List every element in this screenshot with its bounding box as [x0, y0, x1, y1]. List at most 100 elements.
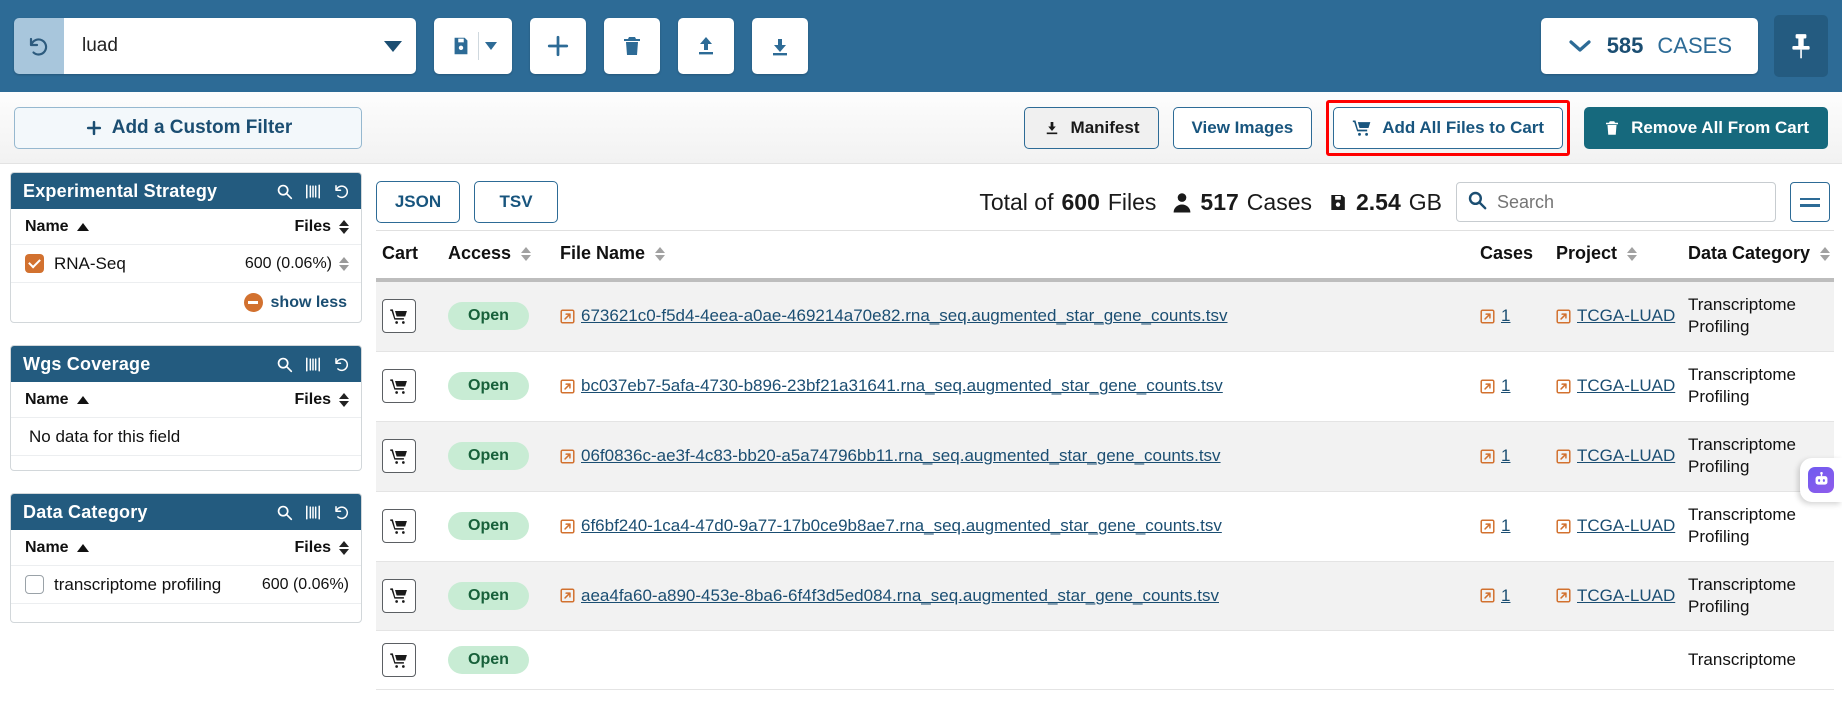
view-images-button[interactable]: View Images	[1172, 106, 1313, 149]
sort-toggle-icon[interactable]	[1627, 246, 1638, 261]
stats-total-prefix: Total of	[979, 188, 1054, 215]
file-name-link[interactable]: bc037eb7-5afa-4730-b896-23bf21a31641.rna…	[581, 376, 1223, 396]
data-category-value: Transcriptome Profiling	[1688, 295, 1797, 337]
project-link[interactable]: TCGA-LUAD	[1577, 376, 1675, 396]
facet-title: Data Category	[23, 501, 148, 522]
facet-row[interactable]: RNA-Seq 600 (0.06%)	[11, 245, 361, 283]
external-link-icon	[1556, 309, 1571, 324]
facet-checkbox-rna-seq[interactable]	[25, 254, 44, 273]
add-custom-filter-button[interactable]: Add a Custom Filter	[14, 106, 362, 149]
reset-icon[interactable]	[333, 182, 351, 200]
cell-cart	[376, 630, 442, 691]
reset-icon[interactable]	[333, 503, 351, 521]
flask-icon[interactable]	[305, 504, 321, 521]
minus-circle-icon[interactable]	[243, 293, 263, 312]
add-to-cart-button[interactable]	[382, 509, 416, 544]
column-header-cases: Cases	[1474, 230, 1550, 282]
cases-count-button[interactable]: 585 CASES	[1540, 18, 1758, 74]
assistant-widget-button[interactable]	[1800, 458, 1842, 502]
export-json-button[interactable]: JSON	[376, 181, 460, 223]
add-to-cart-button[interactable]	[382, 578, 416, 613]
files-table: Cart Access File Name Cases Project Data…	[376, 230, 1834, 691]
search-box[interactable]	[1456, 182, 1776, 222]
add-all-files-to-cart-button[interactable]: Add All Files to Cart	[1333, 106, 1564, 149]
manifest-button[interactable]: Manifest	[1023, 106, 1159, 149]
table-row: Open aea4fa60-a890-453e-8ba6-6f4f3d5ed084…	[376, 561, 1834, 632]
sort-toggle-icon[interactable]	[339, 392, 349, 407]
cell-cart	[376, 351, 442, 422]
remove-all-from-cart-button[interactable]: Remove All From Cart	[1584, 106, 1828, 149]
facet-data-category: Data Category Name Files transcriptome p…	[10, 493, 362, 623]
cases-count-link[interactable]: 1	[1501, 446, 1510, 466]
stats-size-value: 2.54	[1356, 188, 1401, 215]
facet-col-files[interactable]: Files	[295, 391, 349, 409]
search-icon[interactable]	[276, 183, 293, 200]
file-name-link[interactable]: aea4fa60-a890-453e-8ba6-6f4f3d5ed084.rna…	[581, 586, 1219, 606]
table-header-row: Cart Access File Name Cases Project Data…	[376, 230, 1834, 282]
cases-count-link[interactable]: 1	[1501, 306, 1510, 326]
add-to-cart-button[interactable]	[382, 643, 416, 678]
cases-count-link[interactable]: 1	[1501, 376, 1510, 396]
flask-icon[interactable]	[305, 183, 321, 200]
sort-toggle-icon[interactable]	[339, 219, 349, 234]
project-link[interactable]: TCGA-LUAD	[1577, 306, 1675, 326]
delete-filter-button[interactable]	[604, 18, 660, 74]
flask-icon[interactable]	[305, 356, 321, 373]
add-to-cart-button[interactable]	[382, 439, 416, 474]
project-link[interactable]: TCGA-LUAD	[1577, 446, 1675, 466]
sort-toggle-icon[interactable]	[521, 246, 532, 261]
facet-col-name[interactable]: Name	[25, 539, 89, 557]
reset-icon[interactable]	[333, 355, 351, 373]
add-filter-button[interactable]	[530, 18, 586, 74]
search-input[interactable]	[1497, 191, 1765, 213]
project-link[interactable]: TCGA-LUAD	[1577, 586, 1675, 606]
facet-checkbox-transcriptome-profiling[interactable]	[25, 575, 44, 594]
cell-access: Open	[442, 351, 554, 422]
save-filter-button[interactable]	[434, 18, 512, 74]
cell-project: TCGA-LUAD	[1550, 280, 1682, 352]
show-less-button[interactable]: show less	[271, 294, 347, 312]
search-icon[interactable]	[276, 356, 293, 373]
upload-filter-button[interactable]	[678, 18, 734, 74]
data-category-value: Transcriptome	[1688, 650, 1797, 670]
cell-data-category: Transcriptome Profiling	[1682, 280, 1834, 352]
trash-icon	[624, 37, 640, 55]
file-name-link[interactable]: 06f0836c-ae3f-4c83-bb20-a5a74796bb11.rna…	[581, 446, 1221, 466]
sort-toggle-icon[interactable]	[655, 246, 666, 261]
file-name-link[interactable]: 673621c0-f5d4-4eea-a0ae-469214a70e82.rna…	[581, 306, 1228, 326]
sort-toggle-icon[interactable]	[339, 540, 349, 555]
sort-ascending-icon	[76, 222, 89, 231]
column-header-project[interactable]: Project	[1550, 230, 1682, 282]
manifest-label: Manifest	[1070, 117, 1140, 137]
add-to-cart-button[interactable]	[382, 369, 416, 404]
stepper-icon[interactable]	[339, 256, 349, 271]
external-link-icon	[560, 588, 575, 603]
external-link-icon	[1480, 519, 1495, 534]
search-icon[interactable]	[276, 504, 293, 521]
column-header-data-category[interactable]: Data Category	[1682, 230, 1834, 282]
facet-col-name[interactable]: Name	[25, 218, 89, 236]
reset-filter-button[interactable]	[14, 18, 64, 74]
cases-count-link[interactable]: 1	[1501, 586, 1510, 606]
column-header-access[interactable]: Access	[442, 230, 554, 282]
file-name-link[interactable]: 6f6bf240-1ca4-47d0-9a77-17b0ce9b8ae7.rna…	[581, 516, 1222, 536]
cell-access: Open	[442, 630, 554, 691]
add-to-cart-button[interactable]	[382, 299, 416, 334]
stats-files-count: 600	[1061, 188, 1100, 215]
project-link[interactable]: TCGA-LUAD	[1577, 516, 1675, 536]
facet-col-name[interactable]: Name	[25, 391, 89, 409]
export-tsv-button[interactable]: TSV	[474, 181, 558, 223]
sort-toggle-icon[interactable]	[1820, 246, 1831, 261]
facet-col-files-label: Files	[294, 390, 331, 408]
download-filter-button[interactable]	[752, 18, 808, 74]
pin-button[interactable]	[1774, 15, 1828, 77]
caret-down-icon[interactable]	[484, 42, 497, 50]
table-options-button[interactable]	[1790, 182, 1830, 222]
filter-set-select[interactable]: luad	[64, 18, 416, 74]
facet-row[interactable]: transcriptome profiling 600 (0.06%)	[11, 566, 361, 604]
cases-count-link[interactable]: 1	[1501, 516, 1510, 536]
facet-col-files[interactable]: Files	[295, 539, 349, 557]
facet-row-count: 600 (0.06%)	[245, 255, 349, 273]
facet-col-files[interactable]: Files	[295, 218, 349, 236]
column-header-file-name[interactable]: File Name	[554, 230, 1474, 282]
